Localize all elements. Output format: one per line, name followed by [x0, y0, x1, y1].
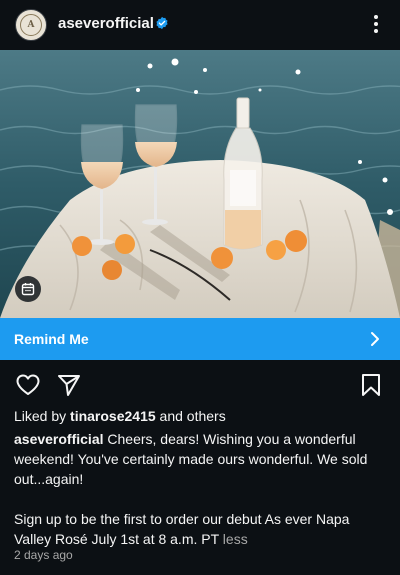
avatar[interactable]: A: [15, 9, 47, 41]
more-options-icon[interactable]: [366, 13, 386, 35]
brand-seal-logo: A: [20, 14, 42, 36]
caption-text-second: Sign up to be the first to order our deb…: [14, 511, 350, 547]
verified-badge-icon: [156, 16, 168, 30]
post-username[interactable]: aseverofficial: [58, 15, 154, 32]
event-badge[interactable]: [15, 276, 41, 302]
heart-icon[interactable]: [15, 372, 41, 398]
likes-suffix[interactable]: and others: [160, 408, 226, 424]
likes-summary: Liked by tinarose2415 and others: [14, 408, 226, 424]
post-image[interactable]: [0, 50, 400, 318]
paper-plane-icon[interactable]: [56, 372, 82, 398]
remind-me-button[interactable]: Remind Me: [0, 318, 400, 360]
post-photo-illustration: [0, 50, 400, 318]
bookmark-icon[interactable]: [358, 372, 384, 398]
chevron-right-icon: [371, 332, 379, 346]
post-caption: aseverofficial Cheers, dears! Wishing yo…: [14, 429, 386, 549]
remind-me-label: Remind Me: [14, 331, 89, 347]
caption-less-link[interactable]: less: [223, 531, 248, 547]
post-actions: [0, 368, 400, 402]
post-header: A aseverofficial: [0, 0, 400, 50]
likes-prefix: Liked by: [14, 408, 67, 424]
post-timestamp[interactable]: 2 days ago: [14, 548, 73, 562]
liked-by-user[interactable]: tinarose2415: [70, 408, 156, 424]
caption-username[interactable]: aseverofficial: [14, 431, 104, 447]
calendar-icon: [21, 283, 35, 296]
